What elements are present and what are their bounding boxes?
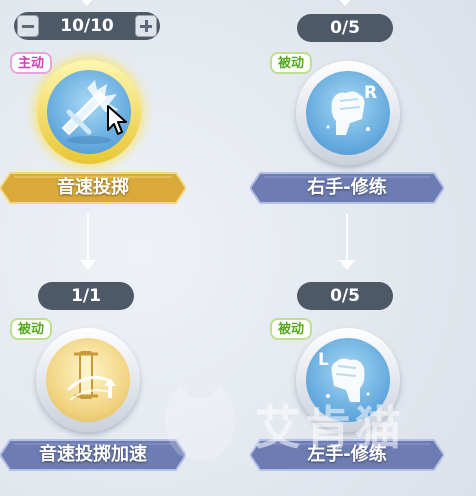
tree-connector-left xyxy=(87,214,89,262)
skill-level-counter: 0/5 xyxy=(330,286,360,306)
speed-arrow-icon xyxy=(46,338,130,422)
skill-level-counter-box: 0/5 xyxy=(297,14,393,42)
skill-icon-button[interactable]: R xyxy=(296,61,400,165)
skill-type-tag: 被动 xyxy=(270,52,313,74)
skill-icon-button[interactable] xyxy=(36,328,140,432)
increment-button[interactable] xyxy=(135,15,157,37)
skill-name-banner[interactable]: 音速投掷 xyxy=(0,171,186,205)
skill-type-tag: 被动 xyxy=(10,318,53,340)
fist-icon: R xyxy=(306,71,390,155)
skill-level-counter: 1/1 xyxy=(71,286,101,306)
mouse-cursor-icon xyxy=(106,104,128,140)
skill-type-tag: 主动 xyxy=(10,52,53,74)
skill-level-counter-box: 0/5 xyxy=(297,282,393,310)
tree-arrow-left xyxy=(80,260,96,270)
skill-level-counter: 0/5 xyxy=(330,18,360,38)
skill-name-label: 音速投掷 xyxy=(57,177,129,198)
skill-type-tag: 被动 xyxy=(270,318,313,340)
hand-letter: L xyxy=(318,350,329,370)
tree-connector-right xyxy=(346,214,348,262)
decrement-button[interactable] xyxy=(17,15,39,37)
tree-arrow-right xyxy=(339,260,355,270)
hand-letter: R xyxy=(364,83,378,103)
skill-level-counter-box: 1/1 xyxy=(38,282,134,310)
minus-icon xyxy=(22,25,34,28)
tree-arrow-top-right xyxy=(336,0,354,6)
skill-name-banner[interactable]: 右手-修练 xyxy=(250,171,444,205)
watermark-text: 艾肯猫 xyxy=(255,401,405,455)
skill-level-stepper: 10/10 xyxy=(14,12,160,40)
watermark-logo-icon xyxy=(150,372,250,476)
tree-arrow-top-left xyxy=(78,0,96,6)
skill-name-label: 右手-修练 xyxy=(307,177,387,198)
